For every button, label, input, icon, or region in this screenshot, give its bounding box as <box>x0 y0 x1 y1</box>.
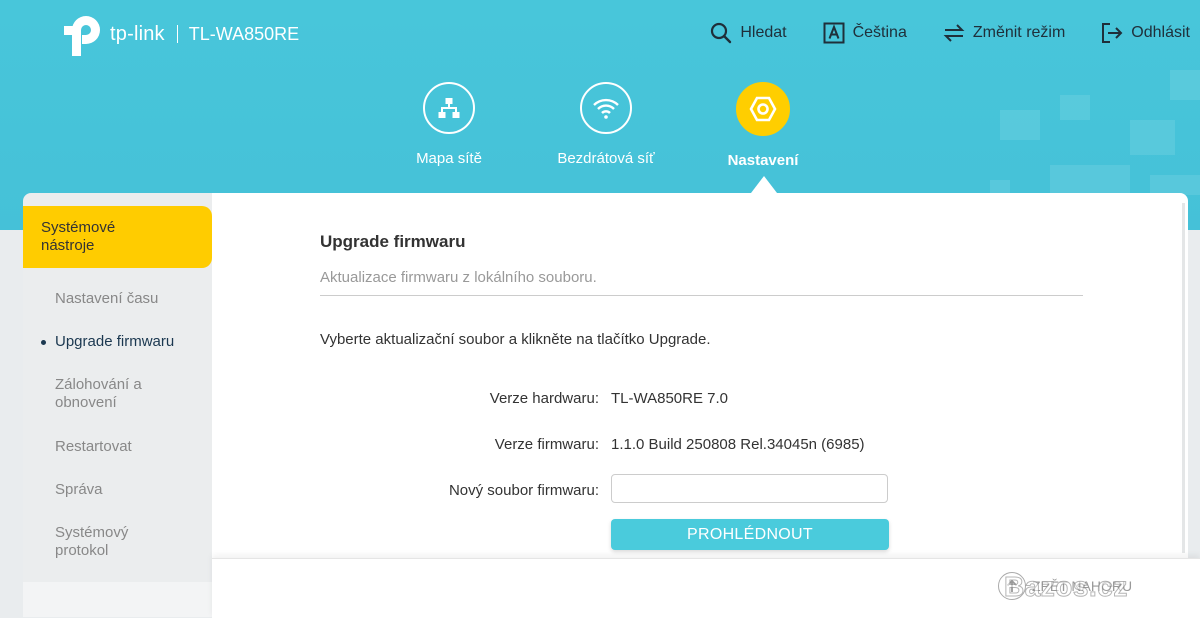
search-icon <box>711 22 732 44</box>
sidebar-section-system-tools[interactable]: Systémové nástroje <box>23 206 212 268</box>
change-mode-link[interactable]: Změnit režim <box>943 22 1065 44</box>
wifi-icon <box>580 82 632 134</box>
sidebar-item-system-log[interactable]: Systémový protokol <box>55 524 155 560</box>
active-tab-pointer <box>751 176 777 193</box>
sidebar-item-firmware-upgrade[interactable]: Upgrade firmwaru <box>41 333 205 351</box>
main-content: Upgrade firmwaru Aktualizace firmwaru z … <box>212 193 1188 558</box>
section-divider <box>320 295 1083 296</box>
content-scrollbar[interactable] <box>1182 203 1185 553</box>
language-link[interactable]: Čeština <box>823 22 907 44</box>
search-label: Hledat <box>740 24 787 41</box>
page-title: Upgrade firmwaru <box>320 232 466 251</box>
sidebar-item-label: Systémový protokol <box>55 524 129 559</box>
sidebar-item-label: Nastavení času <box>55 290 159 307</box>
change-mode-label: Změnit režim <box>972 24 1066 41</box>
language-label: Čeština <box>852 24 907 41</box>
browse-button[interactable]: PROHLÉDNOUT <box>611 519 889 550</box>
firmware-version-label: Verze firmwaru: <box>494 436 599 453</box>
tab-settings-label: Nastavení <box>727 152 799 169</box>
new-firmware-file-input[interactable] <box>611 474 888 503</box>
switch-mode-icon <box>943 24 965 42</box>
tab-network-map-label: Mapa sítě <box>416 150 482 167</box>
sidebar-item-reboot[interactable]: Restartovat <box>55 438 205 456</box>
search-link[interactable]: Hledat <box>710 22 787 44</box>
instruction-text: Vyberte aktualizační soubor a klikněte n… <box>320 331 711 348</box>
sidebar-item-administration[interactable]: Správa <box>55 481 205 499</box>
tp-link-logo-icon <box>64 16 100 56</box>
tab-network-map[interactable]: Mapa sítě <box>379 82 519 167</box>
logout-link[interactable]: Odhlásit <box>1101 22 1190 44</box>
sidebar-item-label: Upgrade firmwaru <box>55 333 175 350</box>
device-model: TL-WA850RE <box>188 23 300 44</box>
firmware-version-value: 1.1.0 Build 250808 Rel.34045n (6985) <box>611 436 865 453</box>
page-subtitle: Aktualizace firmwaru z lokálního souboru… <box>320 269 597 286</box>
sidebar-item-backup-restore[interactable]: Zálohování a obnovení <box>55 376 165 412</box>
top-nav: Hledat Čeština Změnit režim Odhlásit <box>710 22 1200 44</box>
main-nav: Mapa sítě Bezdrátová síť Nastavení <box>0 82 1200 192</box>
brand-name: tp-link <box>110 22 165 45</box>
sidebar-item-label: Zálohování a obnovení <box>55 376 142 411</box>
logout-label: Odhlásit <box>1131 24 1190 41</box>
sidebar: Systémové nástroje Nastavení času Upgrad… <box>23 193 213 617</box>
sidebar-section-label: Systémové nástroje <box>41 219 116 254</box>
tab-wireless-label: Bezdrátová síť <box>557 150 655 167</box>
hardware-version-value: TL-WA850RE 7.0 <box>611 390 728 407</box>
new-firmware-file-label: Nový soubor firmwaru: <box>448 482 599 499</box>
logo-separator <box>176 25 178 43</box>
sidebar-item-label: Restartovat <box>55 438 132 455</box>
hardware-version-label: Verze hardwaru: <box>489 390 599 407</box>
tp-link-logo: tp-link TL-WA850RE <box>64 12 299 56</box>
sidebar-item-label: Správa <box>55 481 103 498</box>
network-map-icon <box>423 82 475 134</box>
gear-icon <box>736 82 790 136</box>
tab-wireless[interactable]: Bezdrátová síť <box>536 82 676 167</box>
tab-settings[interactable]: Nastavení <box>693 82 833 169</box>
logout-icon <box>1102 23 1123 43</box>
sidebar-footer <box>23 582 213 617</box>
language-icon <box>823 22 845 44</box>
active-bullet <box>41 340 46 345</box>
watermark: Bazos.cz <box>1004 571 1128 603</box>
sidebar-item-time-settings[interactable]: Nastavení času <box>55 290 205 308</box>
